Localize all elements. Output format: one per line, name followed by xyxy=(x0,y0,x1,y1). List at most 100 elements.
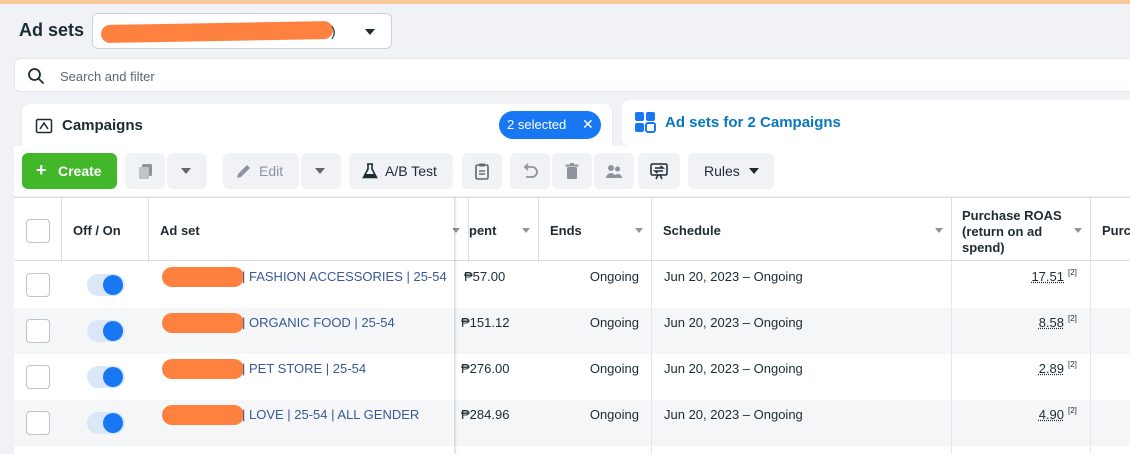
schedule-value: Jun 20, 2023 – Ongoing xyxy=(664,315,803,330)
row-checkbox[interactable] xyxy=(26,411,50,435)
roas-value[interactable]: 8.58 xyxy=(974,315,1064,330)
toggle-knob xyxy=(103,275,123,295)
toggle-knob xyxy=(103,367,123,387)
footnote-marker[interactable]: [2] xyxy=(1068,360,1077,369)
spent-value: ₱57.00 xyxy=(464,269,506,284)
search-icon xyxy=(28,68,44,84)
footnote-marker[interactable]: [2] xyxy=(1068,314,1077,323)
audience-button[interactable] xyxy=(594,153,634,189)
account-selector[interactable]: ) xyxy=(92,13,392,49)
search-input[interactable] xyxy=(60,66,660,86)
table-row[interactable]: | LOVE | 25-54 | ALL GENDER ₱284.96 Ongo… xyxy=(14,400,1130,446)
delete-button[interactable] xyxy=(552,153,592,189)
duplicate-dropdown-button[interactable] xyxy=(167,153,207,189)
sort-arrow-icon xyxy=(522,228,530,233)
table-row[interactable]: | FASHION ACCESSORIES | 25-54 ₱57.00 Ong… xyxy=(14,262,1130,308)
sort-arrow-icon xyxy=(935,228,943,233)
campaign-folder-icon xyxy=(35,118,53,134)
redaction-mark xyxy=(162,267,244,287)
pencil-icon xyxy=(237,165,250,178)
table-header: Off / On Ad set pent Ends Schedule Purch… xyxy=(14,197,1130,262)
adset-name-link[interactable]: | ORGANIC FOOD | 25-54 xyxy=(242,315,395,330)
adset-name-link[interactable]: | FASHION ACCESSORIES | 25-54 xyxy=(242,269,447,284)
column-label-line: Purchase ROAS xyxy=(962,208,1062,223)
on-off-toggle[interactable] xyxy=(87,412,125,434)
table-row[interactable]: | PET STORE | 25-54 ₱276.00 Ongoing Jun … xyxy=(14,354,1130,400)
schedule-value: Jun 20, 2023 – Ongoing xyxy=(664,269,803,284)
on-off-toggle[interactable] xyxy=(87,320,125,342)
page-title: Ad sets xyxy=(19,20,85,40)
column-label-line: (return on ad xyxy=(962,224,1043,239)
chevron-down-icon xyxy=(315,168,325,174)
duplicate-button[interactable] xyxy=(125,153,165,189)
ab-test-label: A/B Test xyxy=(385,163,437,179)
redaction-mark xyxy=(162,359,244,379)
spent-value: ₱276.00 xyxy=(461,361,510,376)
ab-test-button[interactable]: A/B Test xyxy=(349,153,453,189)
undo-icon xyxy=(523,163,538,178)
edit-button[interactable]: Edit xyxy=(223,153,299,189)
column-divider xyxy=(651,261,652,454)
spent-value: ₱284.96 xyxy=(461,407,510,422)
adset-name-link[interactable]: | LOVE | 25-54 | ALL GENDER xyxy=(242,407,419,422)
adset-name-link[interactable]: | PET STORE | 25-54 xyxy=(242,361,366,376)
table-row[interactable]: | ORGANIC FOOD | 25-54 ₱151.12 Ongoing J… xyxy=(14,308,1130,354)
column-ends[interactable]: Ends xyxy=(539,198,652,262)
ends-value: Ongoing xyxy=(589,407,639,422)
ends-value: Ongoing xyxy=(589,315,639,330)
sort-arrow-icon xyxy=(635,228,643,233)
column-amount-spent[interactable]: pent xyxy=(469,198,539,262)
adsets-label: Ad sets for 2 Campaigns xyxy=(665,114,841,131)
column-label-line: spend) xyxy=(962,240,1005,255)
column-divider xyxy=(951,261,952,454)
footnote-marker[interactable]: [2] xyxy=(1068,406,1077,415)
column-label: Ends xyxy=(550,223,582,238)
flask-icon xyxy=(362,163,378,179)
roas-value[interactable]: 17.51 xyxy=(974,269,1064,284)
roas-value[interactable]: 2.89 xyxy=(974,361,1064,376)
swap-arrows-icon xyxy=(650,163,668,180)
column-label: Purc xyxy=(1102,223,1130,238)
duplicate-icon xyxy=(139,164,152,179)
redaction-mark xyxy=(162,405,244,425)
create-button[interactable]: + Create xyxy=(22,153,117,189)
column-label: pent xyxy=(469,223,497,238)
sort-arrow-icon xyxy=(1074,228,1082,233)
create-label: Create xyxy=(58,163,102,179)
column-off-on[interactable]: Off / On xyxy=(62,198,149,262)
compare-button[interactable] xyxy=(638,153,680,189)
redaction-mark xyxy=(100,20,334,44)
edit-dropdown-button[interactable] xyxy=(301,153,341,189)
on-off-toggle[interactable] xyxy=(87,366,125,388)
column-purchase-roas[interactable]: Purchase ROAS (return on ad spend) xyxy=(952,198,1091,262)
row-checkbox[interactable] xyxy=(26,273,50,297)
row-checkbox[interactable] xyxy=(26,319,50,343)
clipboard-icon xyxy=(475,163,489,180)
people-icon xyxy=(606,165,622,178)
toggle-knob xyxy=(103,413,123,433)
plus-icon: + xyxy=(36,160,47,180)
column-ad-set[interactable]: Ad set xyxy=(149,198,469,262)
redaction-mark xyxy=(162,313,244,333)
edit-label: Edit xyxy=(259,163,284,179)
account-name-suffix: ) xyxy=(331,23,336,39)
select-all-checkbox[interactable] xyxy=(26,219,50,243)
on-off-toggle[interactable] xyxy=(87,274,125,296)
ends-value: Ongoing xyxy=(589,269,639,284)
search-bar[interactable] xyxy=(14,58,1130,92)
rules-label: Rules xyxy=(704,163,740,179)
schedule-value: Jun 20, 2023 – Ongoing xyxy=(664,407,803,422)
close-icon[interactable]: ✕ xyxy=(582,116,594,133)
undo-button[interactable] xyxy=(510,153,550,189)
adsets-panel-header[interactable]: Ad sets for 2 Campaigns xyxy=(622,100,1130,146)
toggle-knob xyxy=(103,321,123,341)
rules-button[interactable]: Rules xyxy=(688,153,774,189)
footnote-marker[interactable]: [2] xyxy=(1068,268,1077,277)
clipboard-button[interactable] xyxy=(462,153,502,189)
row-checkbox[interactable] xyxy=(26,365,50,389)
roas-value[interactable]: 4.90 xyxy=(974,407,1064,422)
column-schedule[interactable]: Schedule xyxy=(652,198,952,262)
column-label: Purchase ROAS (return on ad spend) xyxy=(962,208,1062,256)
column-purchases[interactable]: Purc xyxy=(1091,198,1130,262)
selected-filter-pill[interactable]: 2 selected ✕ xyxy=(499,111,601,139)
